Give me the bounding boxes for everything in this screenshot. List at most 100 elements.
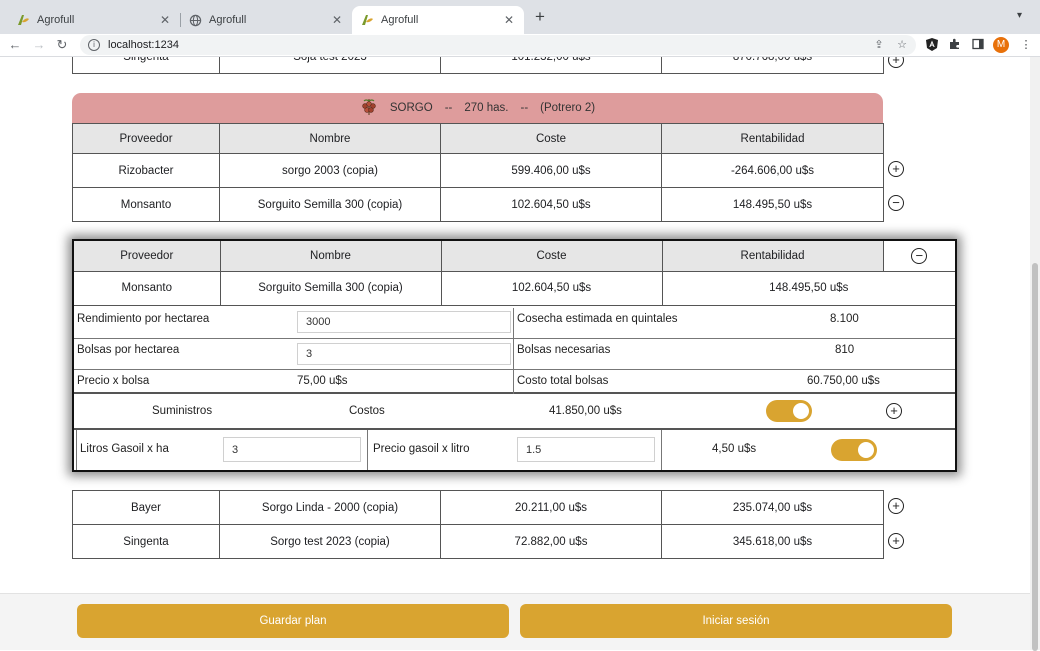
detail-row-precio: Precio x bolsa 75,00 u$s Costo total bol… [74,370,955,394]
header-proveedor: Proveedor [74,241,221,272]
save-plan-button[interactable]: Guardar plan [77,604,509,638]
table-row[interactable]: Singenta Sorgo test 2023 (copia) 72.882,… [72,524,884,559]
column-divider [661,430,662,470]
expand-row-button[interactable]: + [888,161,904,177]
tab-search-chevron-icon[interactable]: ▾ [1017,10,1022,21]
header-rentabilidad: Rentabilidad [661,123,884,154]
site-info-icon[interactable]: i [88,39,100,51]
seeds-table: Proveedor Nombre Coste Rentabilidad Rizo… [72,123,884,222]
detail-row-rendimiento: Rendimiento por hectarea Cosecha estimad… [74,308,955,339]
cell-proveedor: Singenta [72,524,220,559]
table-row[interactable]: Bayer Sorgo Linda - 2000 (copia) 20.211,… [72,490,884,525]
column-divider [76,430,77,470]
browser-toolbar: ← → ↻ i localhost:1234 ⇪ ☆ M ⋮ [0,34,1040,57]
bookmark-star-icon[interactable]: ☆ [895,38,909,52]
cell-proveedor: Singenta [72,57,220,74]
gasoil-total: 4,50 u$s [712,443,757,455]
cell-nombre: Sorguito Semilla 300 (copia) [219,187,441,222]
reload-icon[interactable]: ↻ [53,36,71,54]
column-divider [513,370,514,394]
login-button[interactable]: Iniciar sesión [520,604,952,638]
browser-tab-2[interactable]: Agrofull ✕ [180,6,352,34]
browser-tab-3[interactable]: Agrofull ✕ [352,6,524,34]
address-bar[interactable]: i localhost:1234 ⇪ ☆ [80,35,916,55]
close-tab-icon[interactable]: ✕ [502,13,516,27]
toggle-knob [793,403,809,419]
gasoil-toggle[interactable] [831,439,877,461]
costo-bolsas-label: Costo total bolsas [517,375,609,387]
suministros-toggle[interactable] [766,400,812,422]
collapse-row-button[interactable]: − [888,195,904,211]
add-circle-icon[interactable]: + [888,57,904,68]
side-panel-icon[interactable] [971,38,985,52]
table-row[interactable]: Rizobacter sorgo 2003 (copia) 599.406,00… [72,153,884,188]
cell-coste: 599.406,00 u$s [440,153,662,188]
browser-menu-icon[interactable]: ⋮ [1019,38,1033,52]
expand-row-button[interactable]: + [888,533,904,549]
cell-proveedor: Rizobacter [72,153,220,188]
globe-icon [188,13,202,27]
table-row[interactable]: Singenta Soja test 2023 101.232,00 u$s 8… [72,57,884,74]
cell-rentabilidad: 345.618,00 u$s [661,524,884,559]
cosecha-label: Cosecha estimada en quintales [517,313,678,325]
seed-detail-panel: Proveedor Nombre Coste Rentabilidad − Mo… [72,239,957,472]
page-scrollbar[interactable] [1030,57,1040,651]
cell-rentabilidad: 148.495,50 u$s [661,270,955,306]
table-header-row: Proveedor Nombre Coste Rentabilidad − [74,241,955,272]
close-tab-icon[interactable]: ✕ [330,13,344,27]
cell-nombre: Soja test 2023 [219,57,441,74]
expand-row-button[interactable]: + [888,498,904,514]
new-tab-button[interactable]: + [532,8,548,25]
cell-coste: 101.232,00 u$s [440,57,662,74]
back-arrow-icon[interactable]: ← [6,36,24,54]
browser-tab-1[interactable]: Agrofull ✕ [8,6,180,34]
cell-nombre: Sorgo Linda - 2000 (copia) [219,490,441,525]
header-coste: Coste [440,123,662,154]
crop-potrero: (Potrero 2) [540,102,596,114]
collapse-cell[interactable]: − [882,241,955,272]
detail-row-suministros: Suministros Costos 41.850,00 u$s + [74,394,955,430]
agrofull-favicon-icon [16,13,30,27]
precio-gasoil-input[interactable] [517,437,655,462]
crop-header: SORGO -- 270 has. -- (Potrero 2) [72,93,883,123]
seeds-table-continued: Bayer Sorgo Linda - 2000 (copia) 20.211,… [72,490,884,559]
cell-proveedor: Monsanto [72,187,220,222]
costos-label: Costos [349,405,385,417]
cell-coste: 102.604,50 u$s [440,270,663,306]
bolsas-ha-label: Bolsas por hectarea [77,344,180,356]
previous-crop-table: Singenta Soja test 2023 101.232,00 u$s 8… [72,57,884,74]
cell-proveedor: Bayer [72,490,220,525]
bolsas-necesarias-value: 810 [835,344,855,356]
page-viewport: Singenta Soja test 2023 101.232,00 u$s 8… [0,57,1030,650]
precio-bolsa-label: Precio x bolsa [77,375,150,387]
tab-title: Agrofull [37,14,75,26]
profile-avatar[interactable]: M [993,37,1009,53]
crop-separator: -- [444,102,453,114]
cell-rentabilidad: 870.768,00 u$s [661,57,884,74]
close-tab-icon[interactable]: ✕ [158,13,172,27]
rendimiento-input[interactable] [297,311,511,333]
cell-nombre: Sorgo test 2023 (copia) [219,524,441,559]
header-proveedor: Proveedor [72,123,220,154]
add-suministro-icon[interactable]: + [886,403,902,419]
detail-summary-row: Monsanto Sorguito Semilla 300 (copia) 10… [74,270,955,306]
bolsas-ha-input[interactable] [297,343,511,365]
angular-extension-icon[interactable] [925,38,939,52]
gasoil-input[interactable] [223,437,361,462]
suministros-label: Suministros [152,405,213,417]
column-divider [513,339,514,370]
forward-arrow-icon[interactable]: → [30,36,48,54]
detail-row-gasoil: Litros Gasoil x ha Precio gasoil x litro… [74,430,955,470]
header-nombre: Nombre [219,123,441,154]
scrollbar-thumb[interactable] [1032,263,1038,651]
extensions-puzzle-icon[interactable] [948,38,962,52]
table-header-row: Proveedor Nombre Coste Rentabilidad [72,123,884,154]
table-row[interactable]: Monsanto Sorguito Semilla 300 (copia) 10… [72,187,884,222]
tab-title: Agrofull [209,14,247,26]
url-text: localhost:1234 [108,39,179,51]
cell-proveedor: Monsanto [74,270,221,306]
collapse-row-button[interactable]: − [911,247,928,264]
header-coste: Coste [440,241,663,272]
cell-coste: 72.882,00 u$s [440,524,662,559]
share-icon[interactable]: ⇪ [872,38,886,52]
